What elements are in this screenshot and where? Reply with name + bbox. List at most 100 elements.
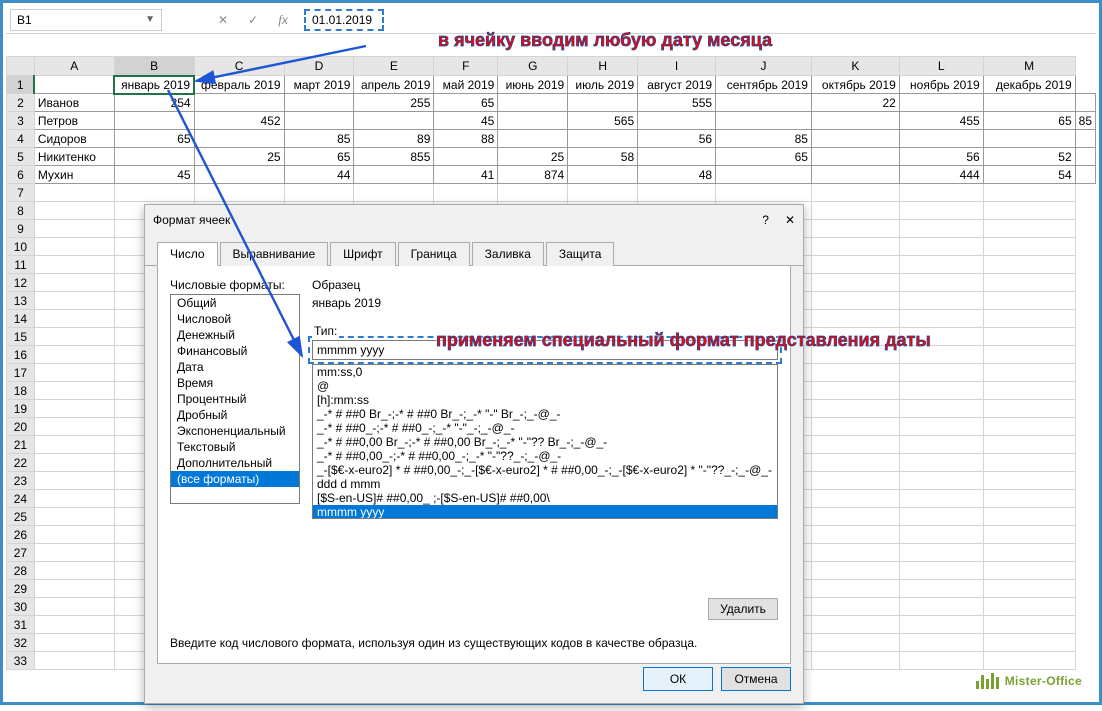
row-header[interactable]: 33 xyxy=(7,652,35,670)
empty-cell[interactable] xyxy=(34,274,114,292)
header-cell[interactable]: декабрь 2019 xyxy=(983,76,1075,94)
row-header[interactable]: 26 xyxy=(7,526,35,544)
format-item[interactable]: _-* # ##0,00 Br_-;-* # ##0,00 Br_-;_-* "… xyxy=(313,435,777,449)
empty-cell[interactable] xyxy=(983,472,1075,490)
row-header[interactable]: 32 xyxy=(7,634,35,652)
empty-cell[interactable] xyxy=(899,508,983,526)
empty-cell[interactable] xyxy=(34,184,114,202)
data-cell[interactable]: 65 xyxy=(434,94,498,112)
header-cell[interactable]: ноябрь 2019 xyxy=(899,76,983,94)
row-header[interactable]: 1 xyxy=(7,76,35,94)
data-cell[interactable]: 44 xyxy=(284,166,354,184)
empty-cell[interactable] xyxy=(34,418,114,436)
empty-cell[interactable] xyxy=(983,256,1075,274)
empty-cell[interactable] xyxy=(983,274,1075,292)
empty-cell[interactable] xyxy=(983,526,1075,544)
empty-cell[interactable] xyxy=(34,310,114,328)
data-cell[interactable]: 52 xyxy=(983,148,1075,166)
empty-cell[interactable] xyxy=(498,184,568,202)
data-cell[interactable]: 22 xyxy=(811,94,899,112)
row-header[interactable]: 20 xyxy=(7,418,35,436)
row-header[interactable]: 11 xyxy=(7,256,35,274)
empty-cell[interactable] xyxy=(899,526,983,544)
col-header[interactable]: H xyxy=(568,57,638,76)
category-item[interactable]: Время xyxy=(171,375,299,391)
col-header[interactable]: C xyxy=(194,57,284,76)
empty-cell[interactable] xyxy=(34,526,114,544)
empty-cell[interactable] xyxy=(34,328,114,346)
empty-cell[interactable] xyxy=(811,220,899,238)
format-item[interactable]: mm:ss,0 xyxy=(313,365,777,379)
header-cell[interactable]: июль 2019 xyxy=(568,76,638,94)
empty-cell[interactable] xyxy=(983,652,1075,670)
data-cell[interactable] xyxy=(716,166,812,184)
data-cell[interactable] xyxy=(638,112,716,130)
category-item[interactable]: Дробный xyxy=(171,407,299,423)
data-cell[interactable] xyxy=(1075,148,1095,166)
dialog-tab[interactable]: Заливка xyxy=(472,242,544,266)
data-cell[interactable] xyxy=(1075,94,1095,112)
data-cell[interactable] xyxy=(498,112,568,130)
empty-cell[interactable] xyxy=(34,490,114,508)
ok-button[interactable]: ОК xyxy=(643,667,713,691)
empty-cell[interactable] xyxy=(899,544,983,562)
data-cell[interactable]: 444 xyxy=(899,166,983,184)
empty-cell[interactable] xyxy=(434,184,498,202)
empty-cell[interactable] xyxy=(899,382,983,400)
empty-cell[interactable] xyxy=(811,652,899,670)
empty-cell[interactable] xyxy=(34,346,114,364)
empty-cell[interactable] xyxy=(811,634,899,652)
empty-cell[interactable] xyxy=(983,418,1075,436)
fx-icon[interactable]: fx xyxy=(270,9,296,31)
row-header[interactable]: 15 xyxy=(7,328,35,346)
data-cell[interactable] xyxy=(983,130,1075,148)
cancel-button[interactable]: Отмена xyxy=(721,667,791,691)
name-box[interactable]: B1 ▼ xyxy=(10,9,162,31)
empty-cell[interactable] xyxy=(899,472,983,490)
format-item[interactable]: ddd d mmm xyxy=(313,477,777,491)
row-header[interactable]: 3 xyxy=(7,112,35,130)
empty-cell[interactable] xyxy=(811,454,899,472)
empty-cell[interactable] xyxy=(899,490,983,508)
empty-cell[interactable] xyxy=(34,256,114,274)
data-cell[interactable] xyxy=(899,130,983,148)
data-cell[interactable]: 455 xyxy=(899,112,983,130)
empty-cell[interactable] xyxy=(34,634,114,652)
empty-cell[interactable] xyxy=(899,292,983,310)
empty-cell[interactable] xyxy=(811,202,899,220)
row-header[interactable]: 6 xyxy=(7,166,35,184)
empty-cell[interactable] xyxy=(34,364,114,382)
close-icon[interactable]: ✕ xyxy=(785,213,795,227)
empty-cell[interactable] xyxy=(983,400,1075,418)
empty-cell[interactable] xyxy=(983,598,1075,616)
data-cell[interactable]: 85 xyxy=(1075,112,1095,130)
empty-cell[interactable] xyxy=(34,544,114,562)
empty-cell[interactable] xyxy=(899,436,983,454)
empty-cell[interactable] xyxy=(811,364,899,382)
row-header[interactable]: 23 xyxy=(7,472,35,490)
header-cell[interactable]: сентябрь 2019 xyxy=(716,76,812,94)
data-cell[interactable]: 85 xyxy=(284,130,354,148)
col-header[interactable]: E xyxy=(354,57,434,76)
empty-cell[interactable] xyxy=(811,256,899,274)
format-item[interactable]: @ xyxy=(313,379,777,393)
empty-cell[interactable] xyxy=(34,220,114,238)
data-cell[interactable]: 25 xyxy=(194,148,284,166)
header-cell[interactable]: октябрь 2019 xyxy=(811,76,899,94)
header-cell[interactable] xyxy=(34,76,114,94)
empty-cell[interactable] xyxy=(983,220,1075,238)
col-header[interactable]: L xyxy=(899,57,983,76)
dialog-tab[interactable]: Шрифт xyxy=(330,242,395,266)
data-cell[interactable] xyxy=(194,130,284,148)
empty-cell[interactable] xyxy=(899,634,983,652)
empty-cell[interactable] xyxy=(34,292,114,310)
row-header[interactable]: 5 xyxy=(7,148,35,166)
select-all-corner[interactable] xyxy=(7,57,35,76)
header-cell[interactable]: январь 2019 xyxy=(114,76,194,94)
data-cell[interactable]: 41 xyxy=(434,166,498,184)
data-cell[interactable] xyxy=(568,130,638,148)
dialog-tab[interactable]: Число xyxy=(157,242,218,266)
empty-cell[interactable] xyxy=(899,616,983,634)
delete-button[interactable]: Удалить xyxy=(708,598,778,620)
row-header[interactable]: 21 xyxy=(7,436,35,454)
